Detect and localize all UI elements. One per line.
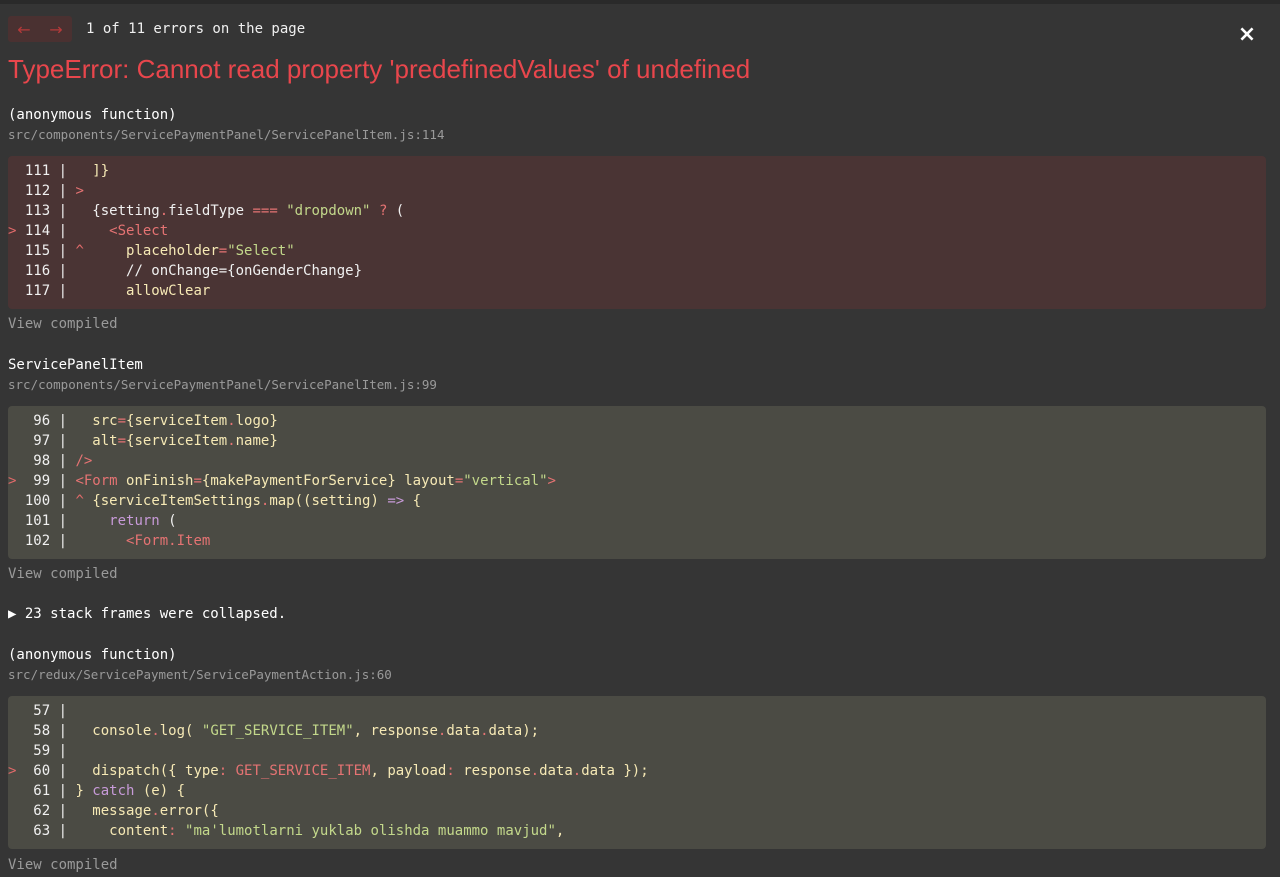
- code-line: > 99 | <Form onFinish={makePaymentForSer…: [8, 473, 556, 489]
- view-compiled-link[interactable]: View compiled: [8, 316, 118, 332]
- frame-function-name: ServicePanelItem: [8, 357, 143, 373]
- close-icon[interactable]: ×: [1234, 22, 1260, 48]
- code-line: 61 | } catch (e) {: [8, 783, 186, 799]
- previous-error-button[interactable]: ←: [8, 16, 40, 42]
- frame-file-path[interactable]: src/components/ServicePaymentPanel/Servi…: [8, 377, 437, 392]
- code-snippet: 57 | 58 | console.log( "GET_SERVICE_ITEM…: [8, 696, 1266, 849]
- code-line: 116 | // onChange={onGenderChange}: [8, 263, 363, 279]
- error-title: TypeError: Cannot read property 'predefi…: [8, 54, 751, 84]
- view-compiled-link[interactable]: View compiled: [8, 566, 118, 582]
- frame-file-path[interactable]: src/redux/ServicePayment/ServicePaymentA…: [8, 667, 392, 682]
- frame-file-path[interactable]: src/components/ServicePaymentPanel/Servi…: [8, 127, 445, 142]
- code-line: > 60 | dispatch({ type: GET_SERVICE_ITEM…: [8, 763, 649, 779]
- code-line: 102 | <Form.Item: [8, 533, 211, 549]
- code-line: 97 | alt={serviceItem.name}: [8, 433, 278, 449]
- error-count: 1 of 11 errors on the page: [86, 21, 306, 37]
- code-line: 113 | {setting.fieldType === "dropdown" …: [8, 203, 405, 219]
- code-line: 117 | allowClear: [8, 283, 211, 299]
- frame-function-name: (anonymous function): [8, 647, 177, 663]
- code-line: 59 |: [8, 743, 68, 759]
- code-line: 58 | console.log( "GET_SERVICE_ITEM", re…: [8, 723, 540, 739]
- nav-button-group: ← →: [8, 16, 72, 42]
- code-line: 101 | return (: [8, 513, 177, 529]
- code-line: > 114 | <Select: [8, 223, 169, 239]
- code-snippet: 96 | src={serviceItem.logo} 97 | alt={se…: [8, 406, 1266, 559]
- code-line: 63 | content: "ma'lumotlarni yuklab olis…: [8, 823, 565, 839]
- code-line: 112 | >: [8, 183, 84, 199]
- code-line: 115 | ^ placeholder="Select": [8, 243, 295, 259]
- next-error-button[interactable]: →: [40, 16, 72, 42]
- top-border: [0, 0, 1280, 4]
- collapsed-frames-toggle[interactable]: ▶ 23 stack frames were collapsed.: [8, 606, 286, 622]
- code-line: 57 |: [8, 703, 68, 719]
- code-line: 100 | ^ {serviceItemSettings.map((settin…: [8, 493, 422, 509]
- code-line: 98 | />: [8, 453, 93, 469]
- code-line: 96 | src={serviceItem.logo}: [8, 413, 278, 429]
- code-line: 111 | ]}: [8, 163, 110, 179]
- code-line: 62 | message.error({: [8, 803, 219, 819]
- view-compiled-link[interactable]: View compiled: [8, 857, 118, 873]
- code-snippet: 111 | ]} 112 | > 113 | {setting.fieldTyp…: [8, 156, 1266, 309]
- error-navigation: ← → 1 of 11 errors on the page: [8, 16, 305, 42]
- frame-function-name: (anonymous function): [8, 107, 177, 123]
